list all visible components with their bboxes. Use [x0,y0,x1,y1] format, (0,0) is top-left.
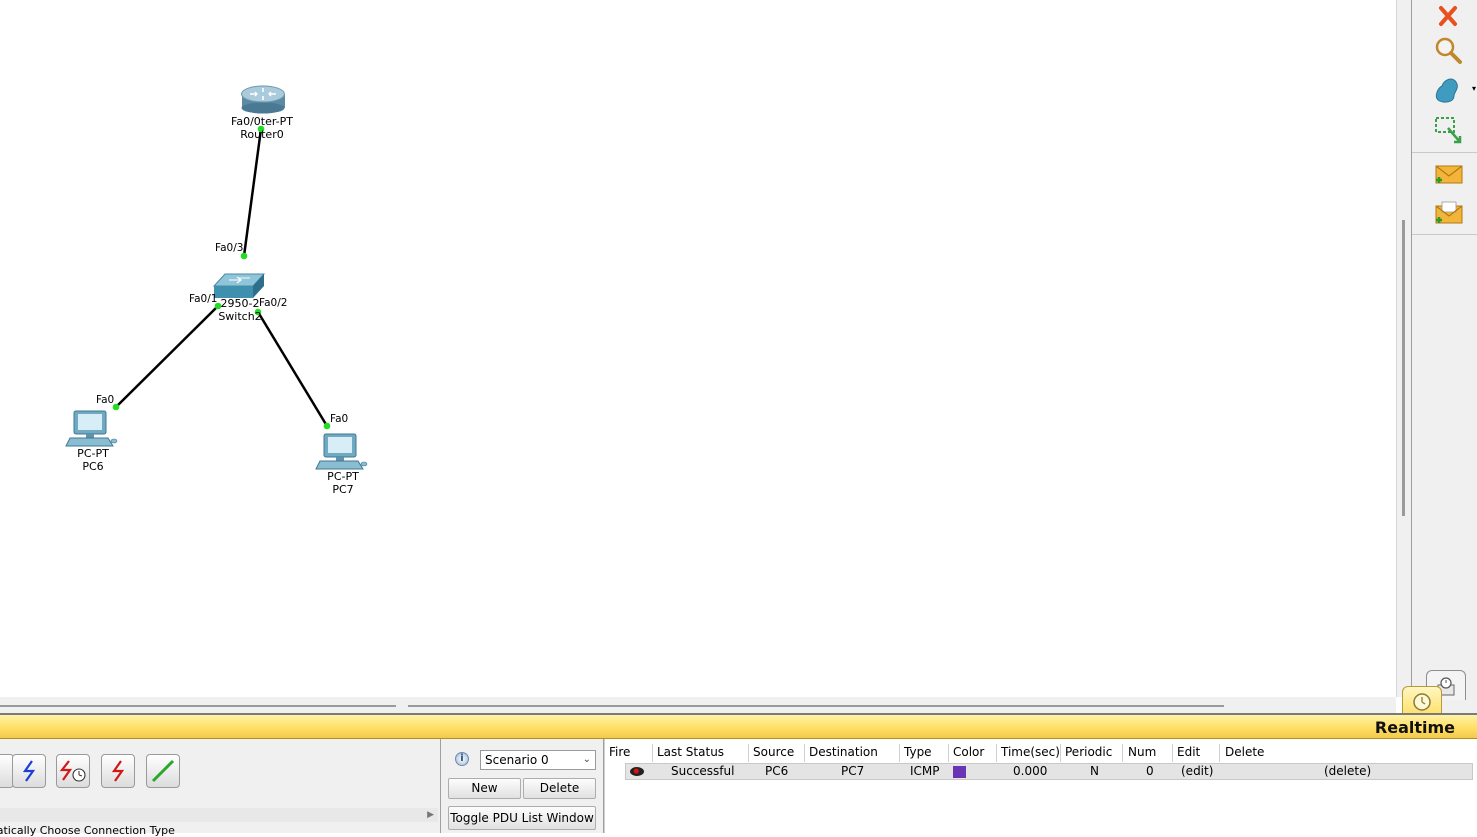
edit-pdu-link[interactable]: (edit) [1181,764,1213,778]
topology-canvas[interactable] [0,0,1396,697]
router-model-label: Fa0/0ter-PT [231,115,293,128]
col-last-status: Last Status [657,745,725,759]
logical-workspace[interactable]: Fa0/0ter-PT Router0 2950-2 Switch2 PC-PT… [0,0,1396,697]
cable-switch-pc7[interactable] [256,311,329,427]
serial-clock-icon[interactable] [56,754,90,788]
col-fire: Fire [609,745,631,759]
switch-model-label: 2950-2 [220,297,260,310]
router-name-label: Router0 [240,128,284,141]
right-toolbar: ▾ [1411,0,1477,713]
cell-source: PC6 [765,764,789,778]
straight-through-icon[interactable] [146,754,180,788]
pc6-name-label: PC6 [82,460,104,473]
pdu-list-panel: Fire Last Status Source Destination Type… [604,739,1477,833]
connections-panel: ▶ matically Choose Connection Type [0,739,441,837]
port-label-pc6-fa0: Fa0 [96,394,115,406]
col-type: Type [904,745,932,759]
col-time: Time(sec) [1001,745,1060,759]
router-icon[interactable] [241,85,286,114]
scrollbar-thumb[interactable] [1402,220,1405,516]
port-label-pc7-fa0: Fa0 [330,413,349,425]
workspace-horizontal-scrollbar[interactable] [0,697,1396,713]
cable-router-switch[interactable] [242,128,263,257]
connection-type-hint: matically Choose Connection Type [0,824,175,837]
pc-icon[interactable] [315,433,368,470]
cell-periodic: N [1090,764,1099,778]
col-edit: Edit [1177,745,1201,759]
cell-time: 0.000 [1013,764,1048,778]
pc6-model-label: PC-PT [77,447,109,460]
scenario-panel: i Scenario 0 ⌄ New Delete Toggle PDU Lis… [441,739,604,833]
scrollbar-track[interactable] [408,705,1224,707]
pc7-name-label: PC7 [332,483,354,496]
pc7-model-label: PC-PT [327,470,359,483]
new-scenario-button[interactable]: New [448,778,521,799]
add-simple-pdu-icon[interactable] [1432,158,1464,190]
pc-icon[interactable] [65,410,118,447]
toolbar-divider [1412,152,1477,153]
toggle-pdu-list-button[interactable]: Toggle PDU List Window [448,806,596,830]
cell-destination: PC7 [841,764,865,778]
mode-bar: Realtime [0,713,1477,739]
cell-color-swatch [953,766,966,778]
col-delete: Delete [1225,745,1265,759]
serial-dte-icon[interactable] [101,754,135,788]
pdu-list-header: Fire Last Status Source Destination Type… [605,744,1477,762]
connections-scrollbar[interactable]: ▶ [0,808,438,822]
pc7-label: PC-PT PC7 [327,470,359,496]
port-label-switch-fa01: Fa0/1 [189,293,218,305]
add-complex-pdu-icon[interactable] [1432,198,1464,230]
chevron-down-icon[interactable]: ▾ [1472,84,1476,93]
cable-switch-pc6[interactable] [115,305,219,408]
pc6-label: PC-PT PC6 [77,447,109,473]
switch-label: 2950-2 Switch2 [218,297,261,323]
draw-shape-icon[interactable] [1432,74,1464,106]
toolbar-divider [1412,234,1477,235]
info-icon[interactable]: i [455,752,469,766]
inspect-icon[interactable] [1432,34,1464,66]
delete-icon[interactable] [1432,0,1464,32]
mode-label: Realtime [1374,718,1455,737]
port-label-switch-fa02: Fa0/2 [259,297,288,309]
cell-num: 0 [1146,764,1154,778]
port-label-switch-fa03: Fa0/3 [215,242,244,254]
router-label: Fa0/0ter-PT Router0 [231,115,293,141]
fire-icon[interactable] [630,767,644,776]
bottom-panel: ▶ matically Choose Connection Type i Sce… [0,739,1477,837]
delete-pdu-link[interactable]: (delete) [1324,764,1371,778]
switch-name-label: Switch2 [218,310,262,323]
workspace-vertical-scrollbar[interactable] [1396,0,1412,697]
serial-dce-icon[interactable] [12,754,46,788]
col-periodic: Periodic [1065,745,1113,759]
scrollbar-track[interactable] [0,705,396,707]
switch-icon[interactable] [212,273,266,298]
col-destination: Destination [809,745,878,759]
col-source: Source [753,745,795,759]
cell-last-status: Successful [671,764,735,778]
clock-icon [1413,692,1431,711]
scroll-right-icon[interactable]: ▶ [427,810,434,820]
realtime-mode-tab[interactable] [1402,686,1442,716]
col-color: Color [953,745,985,759]
scenario-select-value: Scenario 0 [485,753,549,767]
cell-type: ICMP [910,764,940,778]
resize-shape-icon[interactable] [1432,114,1464,146]
scenario-select[interactable]: Scenario 0 ⌄ [480,750,596,770]
table-row[interactable]: Successful PC6 PC7 ICMP 0.000 N 0 (edit)… [625,763,1473,780]
chevron-down-icon: ⌄ [582,754,591,765]
col-num: Num [1128,745,1157,759]
delete-scenario-button[interactable]: Delete [523,778,596,799]
